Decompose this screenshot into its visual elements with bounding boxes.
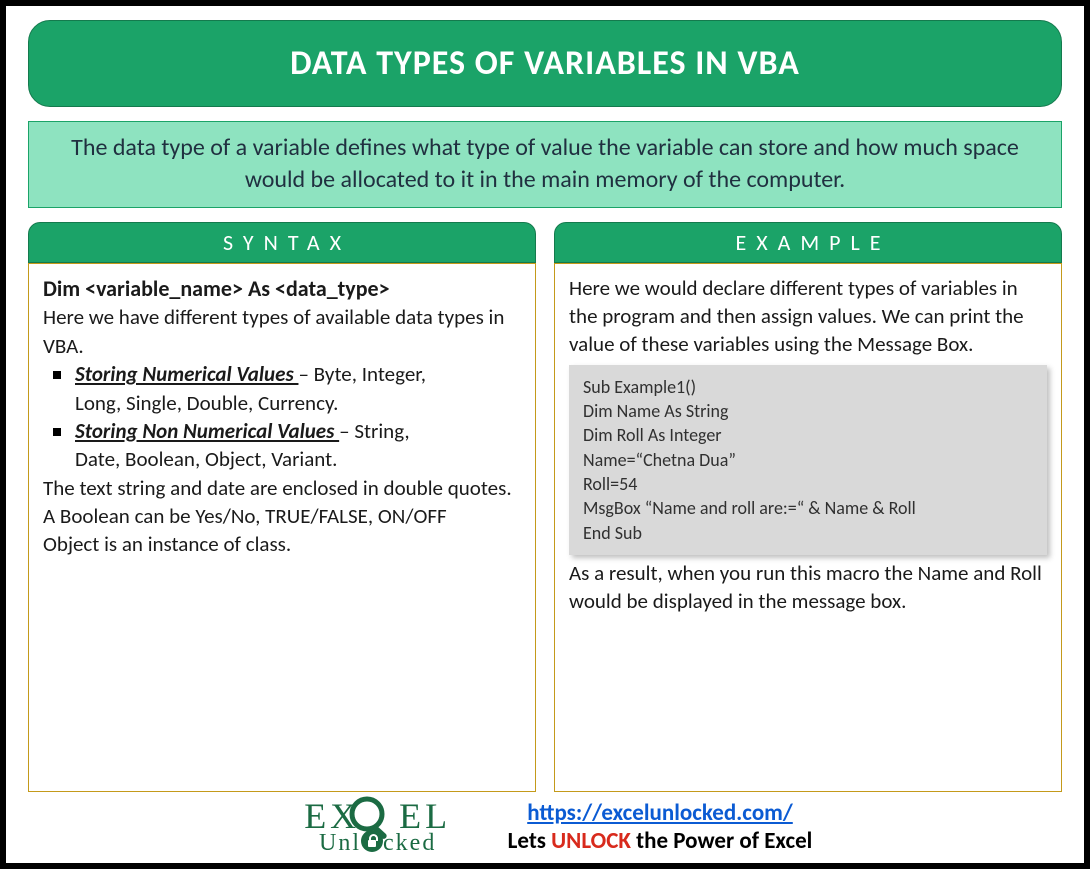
syntax-column: SYNTAX Dim <variable_name> As <data_type…	[28, 222, 536, 792]
site-link[interactable]: https://excelunlocked.com/	[527, 799, 793, 827]
example-header: EXAMPLE	[554, 222, 1062, 263]
intro-text: The data type of a variable defines what…	[28, 121, 1062, 208]
example-column: EXAMPLE Here we would declare different …	[554, 222, 1062, 792]
bullet-text: Storing Numerical Values – Byte, Integer…	[75, 360, 521, 388]
footer-text-block: https://excelunlocked.com/ Lets UNLOCK t…	[508, 799, 813, 855]
example-result: As a result, when you run this macro the…	[569, 559, 1047, 616]
syntax-lead-text: Here we have different types of availabl…	[43, 303, 521, 360]
bullet-label: Storing Non Numerical Values	[75, 418, 339, 444]
bullet-rest: – Byte, Integer,	[298, 361, 426, 387]
square-bullet-icon	[53, 371, 61, 379]
code-block: Sub Example1() Dim Name As String Dim Ro…	[569, 365, 1047, 555]
lock-icon	[361, 830, 383, 852]
syntax-header: SYNTAX	[28, 222, 536, 263]
document-frame: DATA TYPES OF VARIABLES IN VBA The data …	[0, 0, 1090, 869]
brand-logo: EX EL Unlcked	[278, 798, 478, 855]
square-bullet-icon	[53, 428, 61, 436]
page-footer: EX EL Unlcked https://excelunlocked.com/…	[28, 792, 1062, 855]
bullet-continuation: Long, Single, Double, Currency.	[75, 389, 521, 417]
example-body: Here we would declare different types of…	[554, 263, 1062, 792]
page-title: DATA TYPES OF VARIABLES IN VBA	[28, 20, 1062, 107]
bullet-text: Storing Non Numerical Values – String,	[75, 417, 521, 445]
syntax-declaration: Dim <variable_name> As <data_type>	[43, 274, 521, 304]
two-column-layout: SYNTAX Dim <variable_name> As <data_type…	[28, 222, 1062, 792]
bullet-label: Storing Numerical Values	[75, 361, 298, 387]
syntax-body: Dim <variable_name> As <data_type> Here …	[28, 263, 536, 792]
syntax-note: A Boolean can be Yes/No, TRUE/FALSE, ON/…	[43, 502, 521, 530]
syntax-note: Object is an instance of class.	[43, 530, 521, 558]
bullet-item: Storing Non Numerical Values – String,	[53, 417, 521, 445]
bullet-continuation: Date, Boolean, Object, Variant.	[75, 445, 521, 473]
bullet-item: Storing Numerical Values – Byte, Integer…	[53, 360, 521, 388]
syntax-note: The text string and date are enclosed in…	[43, 474, 521, 502]
tagline-unlock: UNLOCK	[551, 827, 631, 855]
tagline-pre: Lets	[508, 827, 552, 855]
bullet-rest: – String,	[339, 418, 409, 444]
example-intro: Here we would declare different types of…	[569, 274, 1047, 359]
tagline-post: the Power of Excel	[631, 827, 812, 855]
